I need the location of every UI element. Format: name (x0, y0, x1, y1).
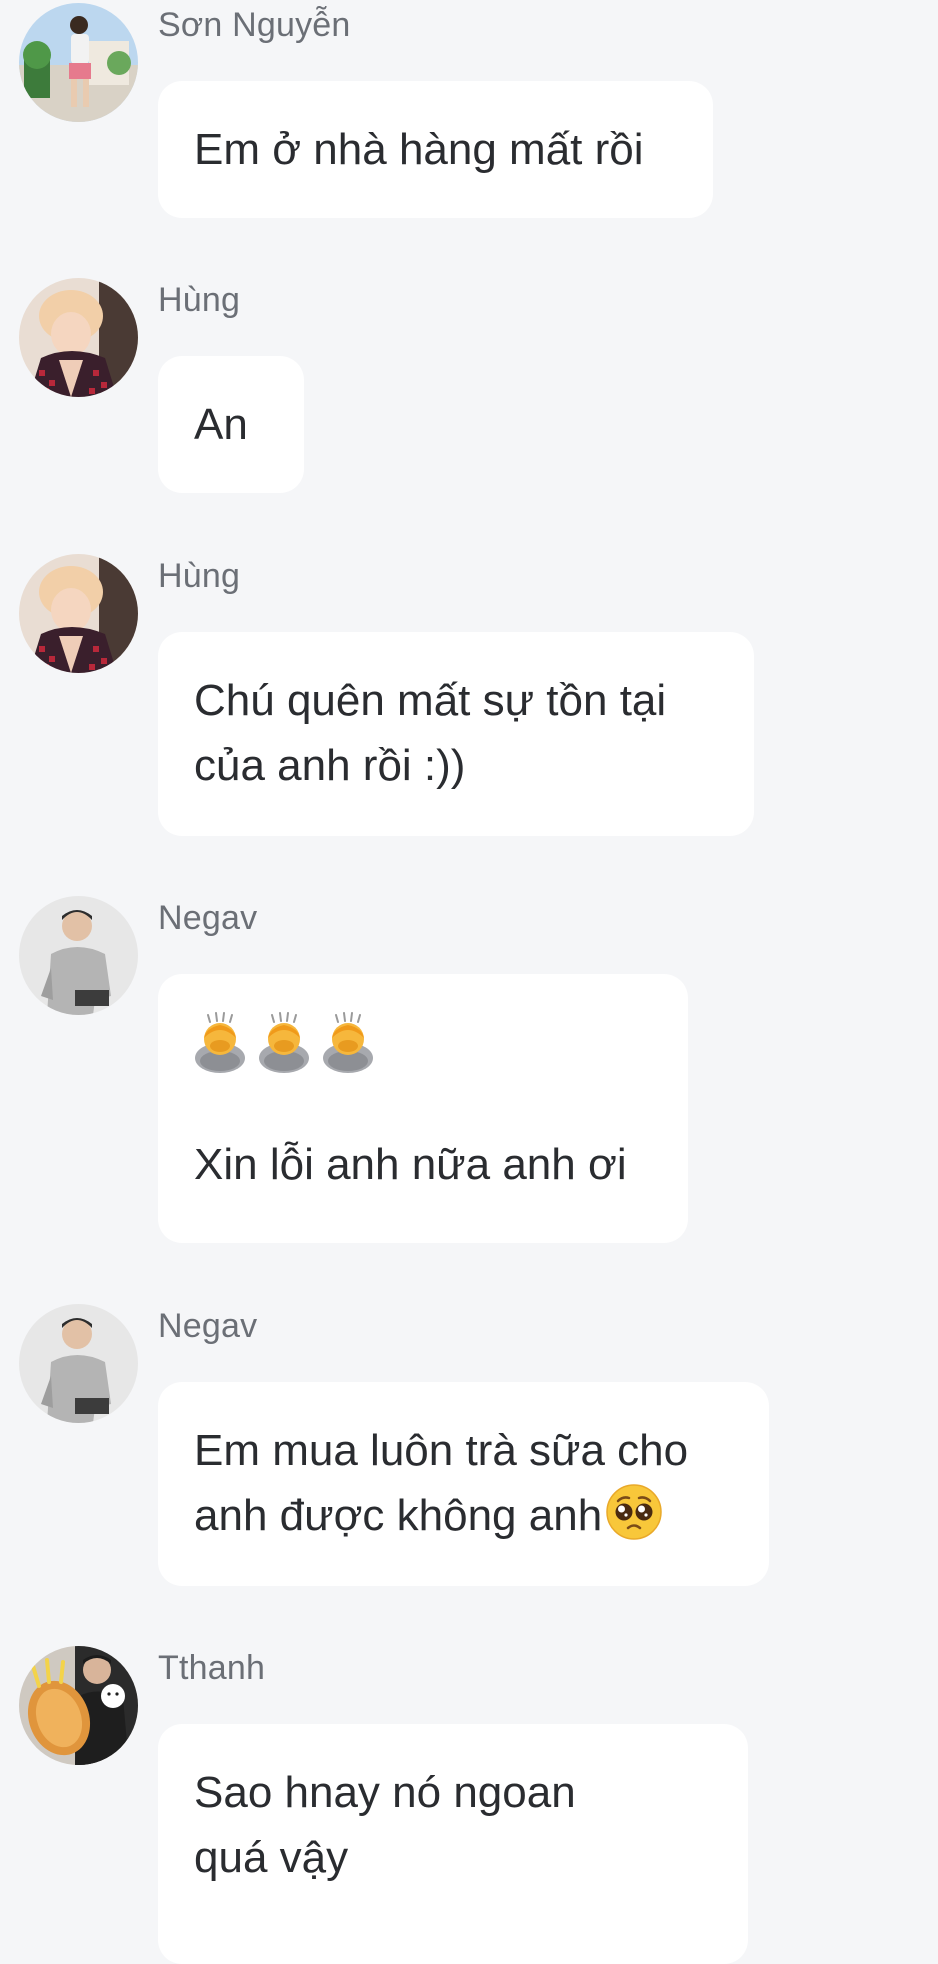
avatar-photo-negav (19, 896, 138, 1015)
avatar[interactable] (19, 554, 138, 673)
message-bubble[interactable]: Em mua luôn trà sữa cho anh được không a… (158, 1382, 769, 1586)
message-text-line: anh được không anh (194, 1483, 733, 1548)
sender-name: Sơn Nguyễn (158, 6, 351, 44)
pleading-face-emoji (606, 1484, 662, 1540)
message-text: An (194, 400, 248, 449)
avatar-photo-son-nguyen (19, 3, 138, 122)
sender-name: Negav (158, 1307, 258, 1345)
sender-name: Hùng (158, 281, 241, 319)
message-text: của anh rồi :)) (194, 741, 466, 790)
avatar[interactable] (19, 1646, 138, 1765)
avatar-photo-hung (19, 278, 138, 397)
message-text: Em ở nhà hàng mất rồi (194, 125, 644, 174)
message-item: Sơn Nguyễn Em ở nhà hàng mất rồi (0, 0, 938, 222)
message-bubble[interactable]: Sao hnay nó ngoan quá vậy (158, 1724, 748, 1964)
avatar-photo-negav (19, 1304, 138, 1423)
avatar[interactable] (19, 1304, 138, 1423)
person-bowing-emoji (322, 1012, 374, 1074)
sender-name: Hùng (158, 557, 241, 595)
message-item: Hùng Chú quên mất sự tồn tại của anh rồi… (0, 551, 938, 839)
avatar[interactable] (19, 3, 138, 122)
message-text: quá vậy (194, 1833, 349, 1882)
message-bubble[interactable]: Chú quên mất sự tồn tại của anh rồi :)) (158, 632, 754, 836)
avatar[interactable] (19, 896, 138, 1015)
avatar-photo-hung (19, 554, 138, 673)
person-bowing-emoji (258, 1012, 310, 1074)
avatar-photo-tthanh (19, 1646, 138, 1765)
message-item: Negav Xin lỗi anh nữa anh ơi (0, 893, 938, 1247)
message-text: Chú quên mất sự tồn tại (194, 676, 667, 725)
message-text: Em mua luôn trà sữa cho (194, 1426, 689, 1475)
message-text: Xin lỗi anh nữa anh ơi (194, 1140, 627, 1189)
message-bubble[interactable]: Xin lỗi anh nữa anh ơi (158, 974, 688, 1243)
message-item: Hùng An (0, 275, 938, 497)
avatar[interactable] (19, 278, 138, 397)
emoji-row (194, 1010, 652, 1075)
sender-name: Tthanh (158, 1649, 266, 1687)
sender-name: Negav (158, 899, 258, 937)
message-text: Sao hnay nó ngoan (194, 1768, 576, 1817)
person-bowing-emoji (194, 1012, 246, 1074)
message-bubble[interactable]: An (158, 356, 304, 493)
message-item: Negav Em mua luôn trà sữa cho anh được k… (0, 1301, 938, 1589)
message-item: Tthanh Sao hnay nó ngoan quá vậy (0, 1643, 938, 1964)
message-text: anh được không anh (194, 1491, 603, 1540)
message-bubble[interactable]: Em ở nhà hàng mất rồi (158, 81, 713, 218)
